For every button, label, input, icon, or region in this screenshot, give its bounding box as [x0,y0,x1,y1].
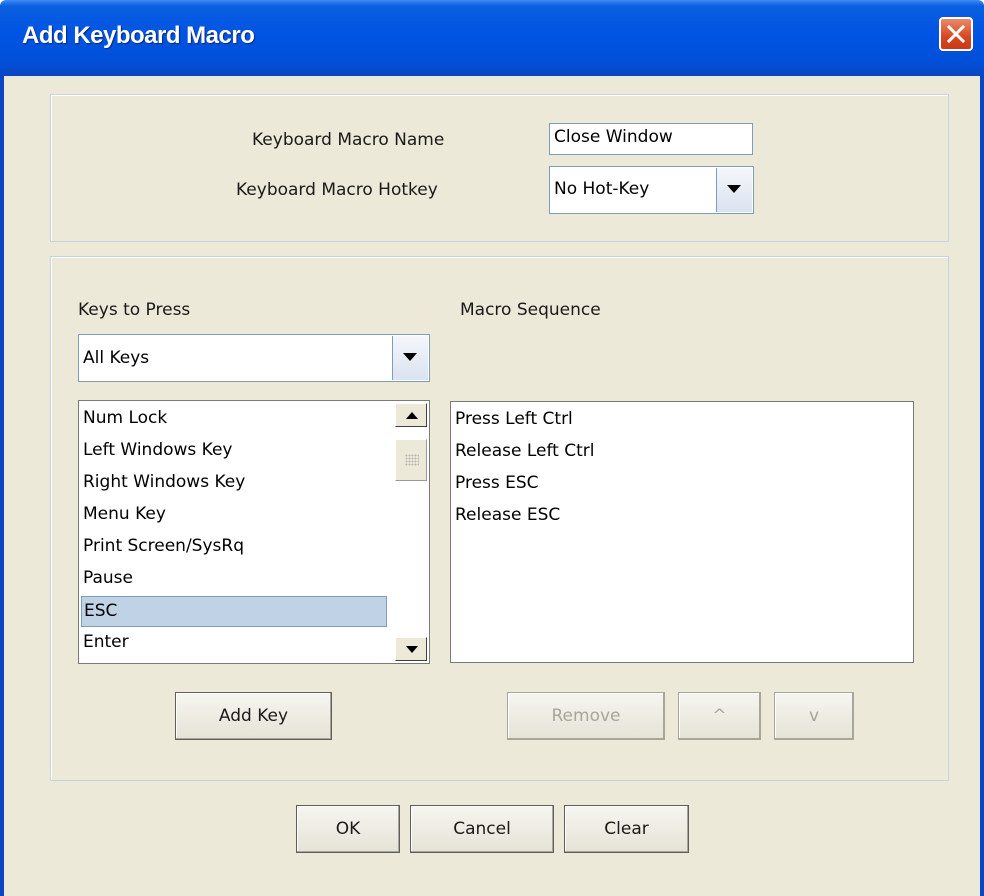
macro-sequence-label: Macro Sequence [460,300,601,320]
key-item-left-windows-key[interactable]: Left Windows Key [81,436,387,467]
keys-listbox[interactable]: Num Lock Left Windows Key Right Windows … [78,400,430,664]
scroll-down-button[interactable] [395,637,427,661]
close-icon [947,25,965,43]
key-item-num-lock[interactable]: Num Lock [81,404,387,435]
ok-button-label: OK [335,819,361,839]
add-key-button-label: Add Key [218,706,289,726]
key-item-right-windows-key[interactable]: Right Windows Key [81,468,387,499]
scroll-up-arrow-icon [406,412,418,419]
sequence-item[interactable]: Press ESC [453,469,909,500]
window-frame-right [980,76,984,896]
cancel-button[interactable]: Cancel [410,805,554,853]
key-item-pause[interactable]: Pause [81,564,387,595]
hotkey-select[interactable]: No Hot-Key [549,166,754,214]
move-up-button[interactable]: ^ [678,692,761,740]
sequence-item[interactable]: Press Left Ctrl [453,405,909,436]
remove-button-label: Remove [551,706,621,726]
macro-name-label: Keyboard Macro Name [252,130,445,150]
dialog-title: Add Keyboard Macro [22,22,255,49]
keys-filter-value: All Keys [83,348,150,368]
key-item-esc-selected[interactable]: ESC [81,596,387,627]
sequence-item[interactable]: Release ESC [453,501,909,532]
macro-name-input[interactable]: Close Window [549,123,753,155]
key-item-print-screen[interactable]: Print Screen/SysRq [81,532,387,563]
keys-to-press-label: Keys to Press [78,300,191,320]
cancel-button-label: Cancel [453,819,511,839]
close-button[interactable] [939,17,973,51]
move-down-button[interactable]: v [774,692,854,740]
keys-filter-select[interactable]: All Keys [78,334,430,382]
dialog-body: Keyboard Macro Name Close Window Keyboar… [4,76,980,896]
clear-button[interactable]: Clear [564,805,689,853]
title-bar[interactable]: Add Keyboard Macro [0,0,984,76]
ok-button[interactable]: OK [296,805,400,853]
chevron-down-icon [727,185,741,193]
scroll-thumb[interactable] [395,439,427,481]
clear-button-label: Clear [604,819,649,839]
macro-settings-group [50,94,949,242]
hotkey-dropdown-button[interactable] [716,168,752,212]
hotkey-select-value: No Hot-Key [554,179,650,199]
remove-button[interactable]: Remove [507,692,665,740]
macro-hotkey-label: Keyboard Macro Hotkey [236,180,438,200]
move-up-button-label: ^ [712,706,727,726]
keys-scrollbar[interactable] [393,401,429,663]
scroll-down-arrow-icon [406,646,418,653]
sequence-item[interactable]: Release Left Ctrl [453,437,909,468]
chevron-down-icon [403,353,417,361]
scroll-up-button[interactable] [395,403,427,427]
grip-icon [405,454,419,466]
keys-filter-dropdown-button[interactable] [392,336,428,380]
key-item-enter[interactable]: Enter [81,628,387,659]
macro-sequence-listbox[interactable]: Press Left Ctrl Release Left Ctrl Press … [450,401,914,663]
key-item-menu-key[interactable]: Menu Key [81,500,387,531]
add-key-button[interactable]: Add Key [175,692,332,740]
add-keyboard-macro-dialog: Add Keyboard Macro Keyboard Macro Name C… [0,0,984,896]
move-down-button-label: v [808,706,820,726]
